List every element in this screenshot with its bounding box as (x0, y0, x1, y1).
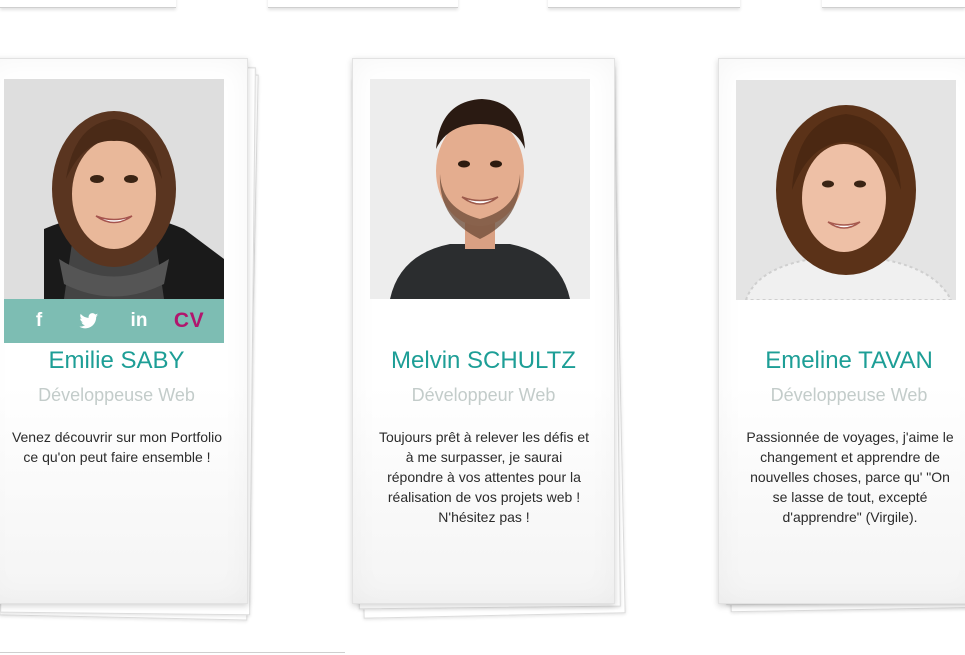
description-line: à me surpasser, je saurai (405, 449, 563, 465)
description-line: Venez découvrir sur mon Portfolio (11, 429, 223, 445)
description-line: ce qu'on peut faire ensemble ! (23, 449, 211, 465)
description-line: nouvelles choses, parce qu' "On (750, 469, 950, 485)
description-line: changement et apprendre de (760, 449, 940, 465)
profile-description: Venez découvrir sur mon Portfolio ce qu'… (0, 427, 238, 467)
twitter-icon[interactable] (75, 307, 103, 335)
profile-role: Développeuse Web (770, 385, 928, 405)
profile-card-melvin: Melvin SCHULTZ Développeur Web Toujours … (352, 58, 632, 619)
profile-card: Emeline TAVAN Développeuse Web Passionné… (718, 58, 965, 604)
description-line: Passionnée de voyages, j'aime le (746, 429, 954, 445)
team-section: f in CV Emilie SABY Développeuse Web Ven… (0, 0, 965, 655)
previous-card-edge (268, 0, 458, 8)
description-line: N'hésitez pas ! (438, 509, 530, 525)
description-line: d'apprendre" (Virgile). (782, 509, 918, 525)
previous-card-edge (548, 0, 740, 8)
previous-card-edge (0, 0, 176, 8)
description-line: Toujours prêt à relever les défis et (378, 429, 590, 445)
profile-photo (4, 79, 224, 299)
profile-name: Melvin SCHULTZ (391, 347, 576, 374)
previous-card-edge (822, 0, 965, 8)
profile-photo (736, 80, 956, 300)
profile-card: Melvin SCHULTZ Développeur Web Toujours … (352, 58, 615, 604)
profile-description: Toujours prêt à relever les défis et à m… (363, 427, 605, 527)
profile-role: Développeuse Web (38, 385, 195, 405)
profile-card: f in CV Emilie SABY Développeuse Web Ven… (0, 58, 248, 604)
profile-card-emilie: f in CV Emilie SABY Développeuse Web Ven… (0, 58, 265, 621)
social-links-bar: f in CV (4, 299, 224, 343)
profile-name: Emilie SABY (48, 347, 185, 374)
profile-role: Développeur Web (411, 385, 556, 405)
cv-link[interactable]: CV (174, 307, 204, 335)
profile-description: Passionnée de voyages, j'aime le changem… (729, 427, 965, 527)
description-line: réalisation de vos projets web ! (387, 489, 581, 505)
profile-card-emeline: Emeline TAVAN Développeuse Web Passionné… (718, 58, 965, 618)
next-card-edge (0, 652, 345, 653)
facebook-icon[interactable]: f (25, 307, 53, 335)
linkedin-icon[interactable]: in (125, 307, 153, 335)
profile-name: Emeline TAVAN (765, 347, 933, 374)
description-line: répondre à vos attentes pour la (387, 469, 581, 485)
profile-photo (370, 79, 590, 299)
description-line: se lasse de tout, excepté (772, 489, 928, 505)
